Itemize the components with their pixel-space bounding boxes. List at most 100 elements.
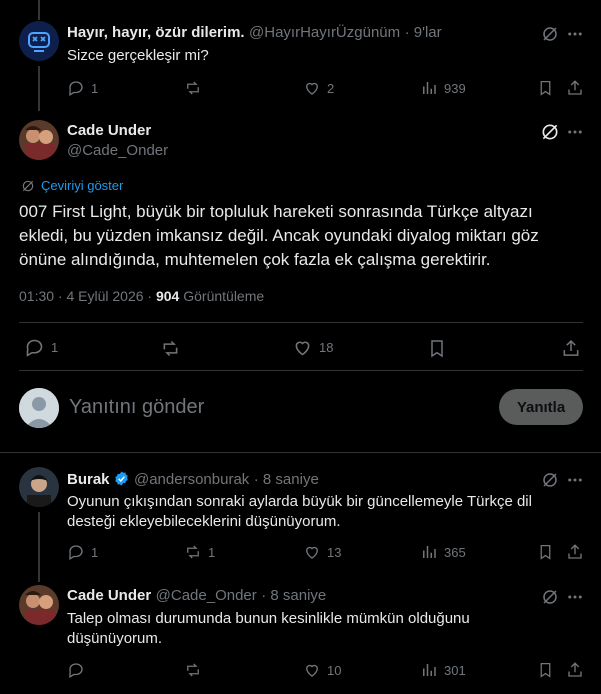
retweet-button[interactable] bbox=[158, 336, 182, 360]
bookmark-icon bbox=[540, 662, 550, 678]
avatar[interactable] bbox=[19, 585, 59, 625]
grok-icon[interactable] bbox=[539, 121, 561, 143]
reply-button[interactable]: 1 bbox=[24, 337, 58, 358]
like-count: 2 bbox=[327, 80, 335, 96]
bookmark-button[interactable] bbox=[425, 336, 449, 360]
author-handle[interactable]: @Cade_Onder bbox=[156, 587, 257, 604]
share-icon bbox=[563, 339, 579, 356]
like-count: 10 bbox=[327, 662, 342, 678]
more-options-icon[interactable] bbox=[563, 121, 587, 143]
tweet-text: Talep olması durumunda bunun kesinlikle … bbox=[67, 609, 470, 649]
retweet-icon bbox=[187, 545, 199, 559]
retweet-button[interactable] bbox=[184, 79, 208, 97]
bookmark-icon bbox=[431, 339, 443, 357]
heart-icon bbox=[306, 664, 318, 677]
reply-count: 1 bbox=[51, 340, 59, 355]
views-icon bbox=[423, 546, 436, 558]
retweet-icon bbox=[163, 340, 177, 356]
avatar-photo-icon bbox=[19, 585, 59, 625]
bookmark-button[interactable] bbox=[535, 542, 555, 562]
post-meta: 01:30 · 4 Eylül 2026 · 904 Görüntüleme bbox=[19, 288, 264, 304]
bookmark-button[interactable] bbox=[535, 660, 555, 680]
grok-icon[interactable] bbox=[539, 469, 561, 491]
grok-icon[interactable] bbox=[539, 23, 561, 45]
reply1-header: Burak @andersonburak · 8 saniye bbox=[67, 470, 319, 489]
reply-icon bbox=[69, 545, 83, 560]
avatar[interactable] bbox=[19, 467, 59, 507]
text-line: 007 First Light, büyük bir topluluk hare… bbox=[19, 202, 533, 221]
avatar[interactable] bbox=[19, 21, 59, 61]
heart-icon bbox=[295, 341, 310, 356]
user-avatar[interactable] bbox=[19, 388, 59, 428]
post-time[interactable]: · 9'lar bbox=[405, 24, 442, 41]
author-name[interactable]: Cade Under bbox=[67, 122, 151, 139]
more-options-icon[interactable] bbox=[563, 469, 587, 491]
post-time[interactable]: · 8 saniye bbox=[254, 471, 319, 488]
tweet1-header: Hayır, hayır, özür dilerim. @HayırHayırÜ… bbox=[67, 24, 442, 42]
retweet-icon bbox=[187, 81, 199, 95]
share-button[interactable] bbox=[559, 336, 583, 360]
reply-icon bbox=[69, 81, 83, 96]
grok-icon[interactable] bbox=[539, 586, 561, 608]
views-icon bbox=[423, 664, 436, 676]
reply-button[interactable]: 1 bbox=[67, 543, 98, 561]
author-handle[interactable]: @andersonburak bbox=[134, 471, 249, 488]
like-count: 13 bbox=[327, 544, 342, 560]
views-icon bbox=[423, 82, 436, 94]
author-name[interactable]: Cade Under bbox=[67, 587, 151, 604]
reply2-header: Cade Under @Cade_Onder · 8 saniye bbox=[67, 587, 326, 605]
retweet-icon bbox=[187, 663, 199, 677]
views-button[interactable]: 301 bbox=[420, 661, 466, 679]
text-line: Oyunun çıkışından sonraki aylarda büyük … bbox=[67, 493, 532, 510]
author-name[interactable]: Burak bbox=[67, 471, 110, 488]
share-button[interactable] bbox=[565, 542, 585, 562]
avatar-icon bbox=[19, 21, 59, 61]
post-timestamp[interactable]: 01:30 · 4 Eylül 2026 · bbox=[19, 288, 152, 304]
views-button[interactable]: 939 bbox=[420, 79, 466, 97]
like-button[interactable]: 13 bbox=[303, 543, 341, 561]
reply-count: 1 bbox=[91, 80, 99, 96]
text-line: Talep olması durumunda bunun kesinlikle … bbox=[67, 610, 470, 627]
share-button[interactable] bbox=[565, 78, 585, 98]
reply-button[interactable] bbox=[67, 661, 91, 679]
views-label: Görüntüleme bbox=[183, 288, 265, 304]
bookmark-icon bbox=[540, 544, 550, 560]
retweet-button[interactable]: 1 bbox=[184, 543, 215, 561]
bookmark-button[interactable] bbox=[535, 78, 555, 98]
retweet-count: 1 bbox=[208, 544, 216, 560]
reply-icon bbox=[69, 663, 83, 678]
author-name[interactable]: Hayır, hayır, özür dilerim. bbox=[67, 24, 245, 41]
translate-label: Çeviriyi göster bbox=[41, 178, 124, 193]
reply-submit-button[interactable]: Yanıtla bbox=[499, 389, 583, 425]
reply-button[interactable]: 1 bbox=[67, 79, 98, 97]
divider bbox=[19, 370, 583, 371]
views-count: 939 bbox=[444, 80, 466, 96]
reply-input[interactable]: Yanıtını gönder bbox=[69, 396, 204, 419]
text-line: ekledi, bu yüzden imkansız değil. Ancak … bbox=[19, 226, 539, 245]
author-handle[interactable]: @Cade_Onder bbox=[67, 142, 168, 159]
like-button[interactable]: 10 bbox=[303, 661, 341, 679]
translate-icon bbox=[22, 180, 34, 191]
verified-badge-icon bbox=[114, 471, 128, 486]
avatar-photo-icon bbox=[19, 120, 59, 160]
like-button[interactable]: 2 bbox=[303, 79, 334, 97]
author-handle[interactable]: @HayırHayırÜzgünüm bbox=[249, 24, 400, 41]
share-button[interactable] bbox=[565, 660, 585, 680]
like-count: 18 bbox=[319, 340, 334, 355]
post-time[interactable]: · 8 saniye bbox=[261, 587, 326, 604]
more-options-icon[interactable] bbox=[563, 23, 587, 45]
reply-icon bbox=[26, 339, 43, 357]
main-tweet-text: 007 First Light, büyük bir topluluk hare… bbox=[19, 200, 539, 272]
text-line: düşünüyorum. bbox=[67, 630, 163, 647]
views-count: 301 bbox=[444, 662, 466, 678]
like-button[interactable]: 18 bbox=[292, 337, 333, 358]
retweet-button[interactable] bbox=[184, 661, 208, 679]
views-button[interactable]: 365 bbox=[420, 543, 466, 561]
share-icon bbox=[568, 80, 582, 95]
thread-line bbox=[38, 512, 40, 582]
avatar[interactable] bbox=[19, 120, 59, 160]
translate-link[interactable]: Çeviriyi göster bbox=[21, 178, 123, 193]
text-line: önüne alındığında, muhtemelen çok fazla … bbox=[19, 250, 491, 269]
tweet-text: Oyunun çıkışından sonraki aylarda büyük … bbox=[67, 492, 532, 532]
more-options-icon[interactable] bbox=[563, 586, 587, 608]
